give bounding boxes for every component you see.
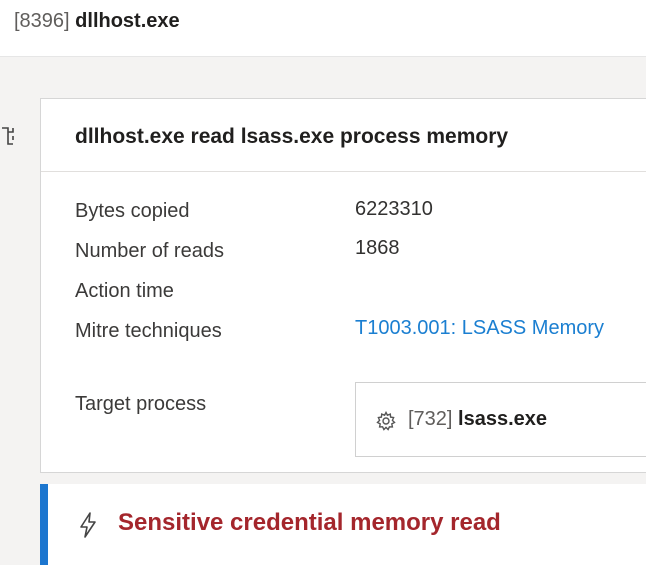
- lightning-icon: [80, 512, 96, 538]
- bytes-copied-value: 6223310: [355, 198, 433, 220]
- target-process-label: Target process: [75, 393, 207, 415]
- alert-banner[interactable]: Sensitive credential memory read: [40, 484, 646, 565]
- number-of-reads-value: 1868: [355, 237, 400, 259]
- process-details-view: [8396] dllhost.exe dllhost.exe read lsas…: [0, 0, 646, 565]
- mitre-technique-link[interactable]: T1003.001: LSASS Memory: [355, 317, 604, 340]
- gear-icon: [376, 411, 396, 431]
- alert-title: Sensitive credential memory read: [118, 509, 501, 536]
- event-title[interactable]: dllhost.exe read lsass.exe process memor…: [75, 125, 508, 149]
- number-of-reads-label: Number of reads: [75, 240, 224, 262]
- process-tree-icon[interactable]: [0, 124, 18, 148]
- process-pid: [8396]: [14, 10, 70, 32]
- bytes-copied-label: Bytes copied: [75, 200, 190, 222]
- target-process-text[interactable]: [732] lsass.exe: [408, 408, 547, 431]
- action-time-label: Action time: [75, 280, 174, 302]
- card-divider: [41, 171, 646, 172]
- event-card: dllhost.exe read lsass.exe process memor…: [40, 98, 646, 473]
- target-pid: [732]: [408, 408, 453, 430]
- process-header-bar: [8396] dllhost.exe: [0, 0, 646, 57]
- target-name: lsass.exe: [458, 408, 548, 430]
- process-header[interactable]: [8396] dllhost.exe: [14, 9, 180, 33]
- mitre-techniques-label: Mitre techniques: [75, 320, 222, 342]
- target-process-card[interactable]: [732] lsass.exe: [355, 382, 646, 457]
- process-name: dllhost.exe: [75, 10, 180, 32]
